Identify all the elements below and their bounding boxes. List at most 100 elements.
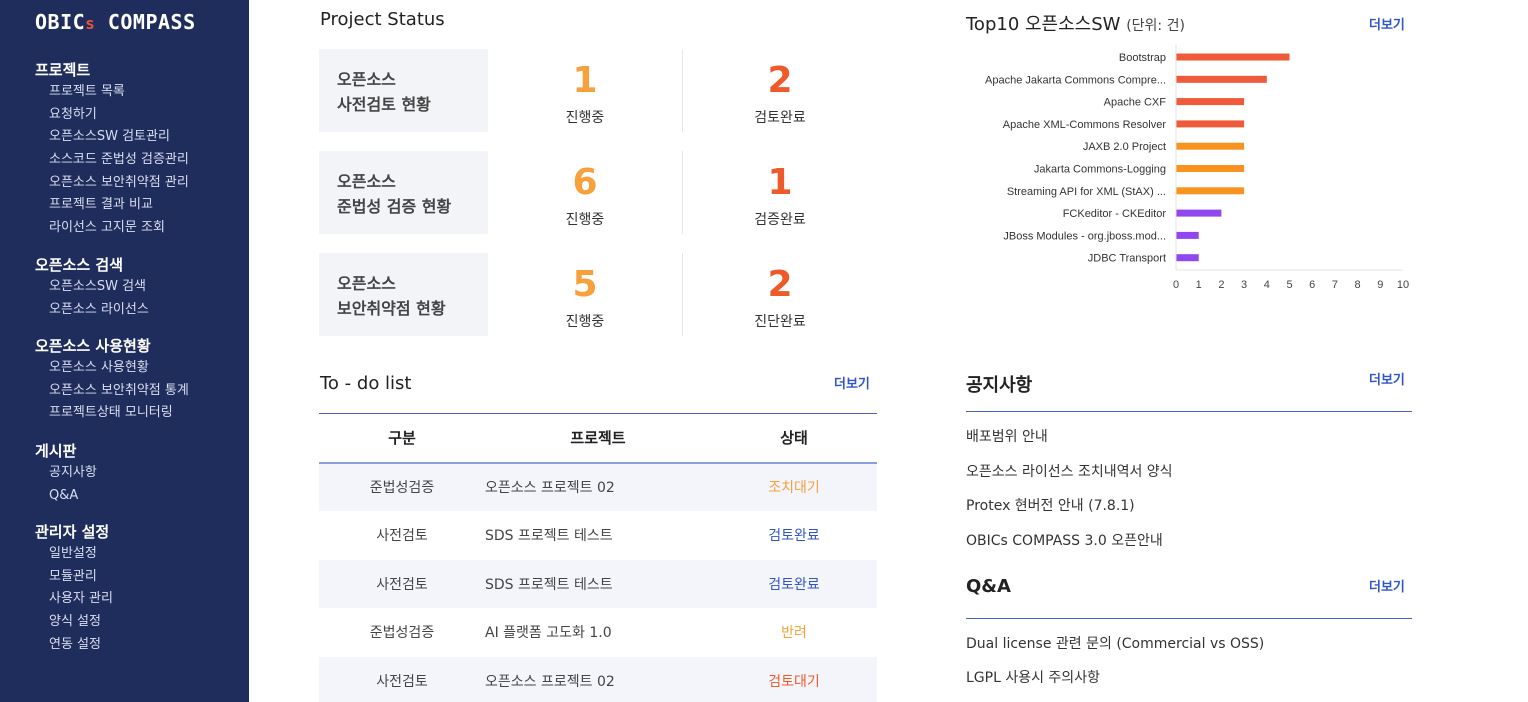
nav-item-oss-license[interactable]: 오픈소스 라이선스	[35, 299, 149, 322]
chart-more-link[interactable]: 더보기	[1369, 14, 1405, 33]
status-card-label: 오픈소스 사전검토 현황	[319, 49, 488, 132]
nav-item-vuln-stats[interactable]: 오픈소스 보안취약점 통계	[35, 380, 189, 403]
status-card-label: 오픈소스 준법성 검증 현황	[319, 151, 488, 234]
status-caption: 검토완료	[754, 110, 806, 126]
status-card-compliance: 오픈소스 준법성 검증 현황 6 진행중 1 검증완료	[319, 151, 879, 235]
status-in-progress[interactable]: 5 진행중	[490, 253, 680, 331]
notice-item[interactable]: 배포범위 안내	[966, 426, 1048, 446]
bar	[1176, 53, 1290, 61]
status-card-label-line: 오픈소스	[337, 172, 396, 191]
nav-item-oss-review[interactable]: 오픈소스SW 검토관리	[35, 126, 189, 149]
status-count: 2	[767, 60, 793, 101]
nav-item-project-list[interactable]: 프로젝트 목록	[35, 81, 189, 104]
x-tick-label: 1	[1196, 279, 1202, 291]
nav-item-integration[interactable]: 연동 설정	[35, 634, 113, 657]
nav-section-board: 게시판 공지사항 Q&A	[35, 440, 97, 507]
nav-item-qna[interactable]: Q&A	[35, 485, 97, 508]
cell-project: 오픈소스 프로젝트 02	[485, 462, 711, 511]
x-tick-label: 4	[1264, 279, 1270, 291]
cell-status: 검토완료	[768, 528, 820, 545]
cell-type: 준법성검증	[369, 625, 435, 642]
x-tick-label: 8	[1355, 279, 1361, 291]
cell-type: 사전검토	[319, 559, 485, 608]
project-status-title: Project Status	[320, 9, 445, 30]
status-completed[interactable]: 1 검증완료	[685, 151, 875, 229]
status-card-label-line: 준법성 검증 현황	[337, 197, 452, 216]
table-header-row: 구분 프로젝트 상태	[319, 413, 877, 464]
y-tick-label: Jakarta Commons-Logging	[1034, 164, 1166, 176]
y-tick-label: Apache CXF	[1104, 97, 1167, 109]
x-tick-label: 0	[1173, 279, 1179, 291]
nav-section-search: 오픈소스 검색 오픈소스SW 검색 오픈소스 라이선스	[35, 254, 149, 321]
todo-title: To - do list	[320, 373, 412, 394]
status-caption: 검증완료	[754, 212, 806, 228]
chart-unit: (단위: 건)	[1126, 18, 1185, 34]
nav-item-vulnerability[interactable]: 오픈소스 보안취약점 관리	[35, 172, 189, 195]
bar	[1176, 209, 1222, 217]
nav-item-license-notice[interactable]: 라이선스 고지문 조회	[35, 217, 189, 240]
table-row[interactable]: 준법성검증 오픈소스 프로젝트 02 조치대기	[319, 462, 877, 511]
bar	[1176, 98, 1245, 106]
cell-status: 반려	[781, 625, 807, 642]
cell-project: SDS 프로젝트 테스트	[485, 528, 613, 545]
status-in-progress[interactable]: 6 진행중	[490, 151, 680, 229]
notice-item[interactable]: 오픈소스 라이선스 조치내역서 양식	[966, 461, 1173, 481]
qna-more-link[interactable]: 더보기	[1369, 576, 1405, 595]
table-row[interactable]: 사전검토 SDS 프로젝트 테스트 검토완료	[319, 559, 877, 608]
notice-item[interactable]: OBICs COMPASS 3.0 오픈안내	[966, 530, 1163, 550]
nav-item-notice[interactable]: 공지사항	[35, 462, 97, 485]
nav-item-modules[interactable]: 모듈관리	[35, 566, 113, 589]
bar	[1176, 142, 1245, 150]
cell-project: AI 플랫폼 고도화 1.0	[485, 625, 612, 642]
chart-title: Top10 오픈소스SW (단위: 건)	[966, 10, 1185, 36]
status-card-label: 오픈소스 보안취약점 현황	[319, 253, 488, 336]
nav-item-users[interactable]: 사용자 관리	[35, 588, 113, 611]
x-tick-label: 5	[1286, 279, 1292, 291]
nav-item-oss-search[interactable]: 오픈소스SW 검색	[35, 276, 149, 299]
status-completed[interactable]: 2 진단완료	[685, 253, 875, 331]
top10-bar-chart: Bootstrap Apache Jakarta Commons Compre..…	[985, 45, 1409, 291]
x-tick-label: 7	[1332, 279, 1338, 291]
nav-item-forms[interactable]: 양식 설정	[35, 611, 113, 634]
notice-more-link[interactable]: 더보기	[1369, 369, 1405, 388]
column-header-status: 상태	[711, 413, 877, 464]
x-tick-label: 3	[1241, 279, 1247, 291]
nav-heading: 프로젝트	[35, 61, 91, 79]
app-logo[interactable]: OBICs COMPASS	[35, 10, 196, 34]
divider	[682, 151, 683, 234]
bar	[1176, 75, 1267, 83]
status-caption: 진단완료	[754, 314, 806, 330]
column-header-project: 프로젝트	[485, 413, 711, 464]
nav-item-result-compare[interactable]: 프로젝트 결과 비교	[35, 194, 189, 217]
cell-type: 준법성검증	[319, 462, 485, 511]
nav-heading: 게시판	[35, 442, 77, 460]
divider	[966, 618, 1412, 619]
nav-heading: 오픈소스 검색	[35, 256, 124, 274]
nav-item-compliance[interactable]: 소스코드 준법성 검증관리	[35, 149, 189, 172]
table-row[interactable]: 준법성검증 AI 플랫폼 고도화 1.0 반려	[319, 608, 877, 657]
table-row[interactable]: 사전검토 SDS 프로젝트 테스트 검토완료	[319, 511, 877, 560]
status-card-vulnerability: 오픈소스 보안취약점 현황 5 진행중 2 진단완료	[319, 253, 879, 337]
status-caption: 진행중	[565, 110, 605, 126]
table-row[interactable]: 사전검토 오픈소스 프로젝트 02 검토대기	[319, 656, 877, 702]
nav-section-usage: 오픈소스 사용현황 오픈소스 사용현황 오픈소스 보안취약점 통계 프로젝트상태…	[35, 335, 189, 425]
y-tick-label: JBoss Modules - org.jboss.mod...	[1003, 230, 1166, 242]
status-count: 5	[572, 264, 598, 305]
status-card-pre-review: 오픈소스 사전검토 현황 1 진행중 2 검토완료	[319, 49, 879, 133]
qna-item[interactable]: Dual license 관련 문의 (Commercial vs OSS)	[966, 633, 1264, 653]
qna-item[interactable]: LGPL 사용시 주의사항	[966, 667, 1100, 687]
sidebar: OBICs COMPASS 프로젝트 프로젝트 목록 요청하기 오픈소스SW 검…	[0, 0, 249, 702]
chart-title-text: Top10 오픈소스SW	[966, 14, 1121, 35]
nav-item-request[interactable]: 요청하기	[35, 104, 189, 127]
nav-item-general[interactable]: 일반설정	[35, 543, 113, 566]
nav-item-monitoring[interactable]: 프로젝트상태 모니터링	[35, 402, 189, 425]
status-in-progress[interactable]: 1 진행중	[490, 49, 680, 127]
status-card-label-line: 보안취약점 현황	[337, 299, 446, 318]
todo-more-link[interactable]: 더보기	[834, 373, 870, 392]
nav-item-usage-status[interactable]: 오픈소스 사용현황	[35, 357, 189, 380]
column-header-type: 구분	[319, 413, 485, 464]
cell-type: 사전검토	[376, 528, 428, 545]
notice-item[interactable]: Protex 현버전 안내 (7.8.1)	[966, 495, 1135, 515]
status-completed[interactable]: 2 검토완료	[685, 49, 875, 127]
divider	[966, 411, 1412, 412]
